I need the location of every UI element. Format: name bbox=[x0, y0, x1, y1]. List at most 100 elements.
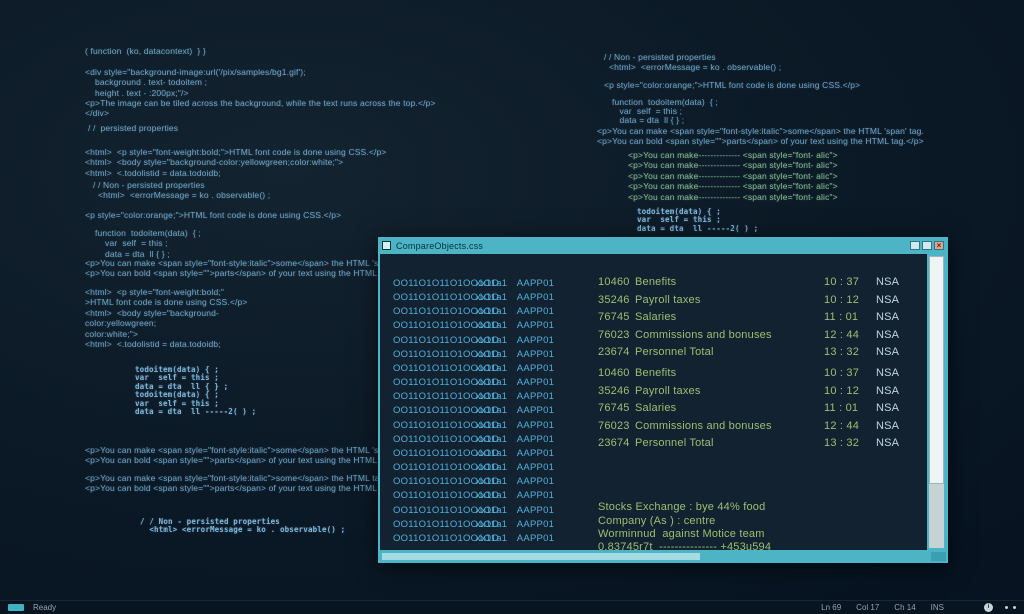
label-cell: Salaries bbox=[635, 402, 677, 415]
scrollbar-track[interactable] bbox=[929, 256, 944, 548]
status-dot bbox=[1013, 606, 1016, 609]
note-line: Worminnud against Motice team bbox=[598, 528, 765, 541]
code-line: <html> <errorMessage = ko . observable()… bbox=[604, 62, 782, 73]
app-code: AAPP01 bbox=[516, 362, 555, 374]
amount-cell: 76745 bbox=[598, 311, 630, 324]
code-line: <p style="color:orange;">HTML font code … bbox=[85, 210, 342, 220]
code-line: height . text - :200px;"/> bbox=[85, 87, 189, 98]
binary-string: OO11O1O11O1OO1OO bbox=[393, 532, 500, 544]
code-line: <p style="color:orange;">HTML font code … bbox=[604, 80, 861, 90]
code-block-function: ( function (ko, datacontext) } } <div sty… bbox=[85, 46, 436, 119]
code-block-span-make: <p>You can make <span style="font-style:… bbox=[85, 258, 412, 279]
hex-code: xx11a1 bbox=[475, 391, 508, 403]
code-line: </div> bbox=[85, 108, 110, 119]
h-scrollbar-thumb[interactable] bbox=[382, 553, 700, 560]
binary-string: OO11O1O11O1OO1OO bbox=[393, 476, 500, 488]
scrollbar-thumb[interactable] bbox=[929, 256, 944, 484]
app-code: AAPP01 bbox=[516, 462, 555, 474]
code-line: <html> <.todolistid = data.todoidb; bbox=[85, 167, 221, 178]
tag-cell: NSA bbox=[876, 311, 900, 324]
binary-row: OO11O1O11O1OO1OO xx11a1 AAPP01 bbox=[393, 518, 554, 532]
code-line: <p>You can bold <span style="">parts</sp… bbox=[85, 455, 400, 466]
app-code: AAPP01 bbox=[516, 391, 555, 403]
amount-cell: 10460 bbox=[598, 366, 630, 379]
code-block-mono-left: todoitem(data) { ; var self = this ; data … bbox=[135, 365, 256, 416]
minimize-button[interactable] bbox=[910, 241, 920, 250]
amount-cell: 35246 bbox=[598, 293, 630, 306]
status-ready-label: Ready bbox=[33, 603, 57, 612]
code-block-right-green: <p>You can make-------------- <span styl… bbox=[628, 150, 838, 202]
code-block-right-todoitem: function todoitem(data) { ; var self = t… bbox=[612, 98, 718, 125]
time-cell: 12 : 44 bbox=[824, 419, 860, 432]
binary-string: OO11O1O11O1OO1OO bbox=[393, 334, 500, 346]
app-code: AAPP01 bbox=[516, 518, 555, 530]
code-block-span-lower1: <p>You can make <span style="font-style:… bbox=[85, 445, 399, 466]
code-line: <html> <body style="background- bbox=[85, 307, 219, 318]
time-cell: 13 : 32 bbox=[824, 437, 860, 450]
window-main: OO11O1O11O1OO1OO xx11a1 AAPP01 OO11O1O11… bbox=[378, 254, 948, 550]
code-line: <html> <body style="background-color:yel… bbox=[85, 157, 344, 168]
status-bar: Ready Ln 69 Col 17 Ch 14 INS i bbox=[0, 600, 1024, 614]
binary-row: OO11O1O11O1OO1OO xx11a1 AAPP01 bbox=[393, 348, 554, 362]
horizontal-scrollbar[interactable] bbox=[378, 550, 948, 563]
code-line: data = dta ll -----2( ) ; bbox=[637, 223, 759, 233]
hex-code: xx11a1 bbox=[475, 348, 508, 360]
tag-cell: NSA bbox=[876, 419, 900, 432]
taskbar-chip[interactable] bbox=[8, 604, 24, 611]
financial-table: 10460 Benefits 10 : 37 NSA 35246 Payroll… bbox=[598, 276, 910, 455]
tag-cell: NSA bbox=[876, 276, 900, 288]
hex-code: xx11a1 bbox=[475, 447, 508, 459]
code-line: <div style="background-image:url('/pix/s… bbox=[85, 66, 306, 77]
info-icon[interactable]: i bbox=[984, 603, 993, 612]
binary-string: OO11O1O11O1OO1OO bbox=[393, 320, 500, 332]
status-item: Ln 69 bbox=[821, 603, 842, 612]
binary-data-column: OO11O1O11O1OO1OO xx11a1 AAPP01 OO11O1O11… bbox=[393, 277, 554, 546]
time-cell: 13 : 32 bbox=[824, 346, 860, 359]
amount-cell: 76023 bbox=[598, 419, 630, 432]
financial-row: 10460 Benefits 10 : 37 NSA bbox=[598, 367, 910, 385]
code-line: data = dta ll { } ; bbox=[612, 115, 685, 125]
compare-objects-window: CompareObjects.css × OO11O1O11O1OO1OO xx… bbox=[378, 237, 948, 563]
window-titlebar[interactable]: CompareObjects.css × bbox=[378, 237, 948, 254]
app-code: AAPP01 bbox=[516, 334, 555, 346]
app-code: AAPP01 bbox=[516, 419, 555, 431]
code-line: <p>You can make-------------- <span styl… bbox=[628, 181, 838, 192]
code-line: <html> <.todolistid = data.todoidb; bbox=[85, 339, 221, 350]
binary-string: OO11O1O11O1OO1OO bbox=[393, 362, 500, 374]
financial-row: 35246 Payroll taxes 10 : 12 NSA bbox=[598, 385, 910, 403]
maximize-button[interactable] bbox=[922, 241, 932, 250]
app-code: AAPP01 bbox=[516, 490, 555, 502]
code-block-right-span: <p>You can make <span style="font-style:… bbox=[597, 126, 924, 147]
window-content: OO11O1O11O1OO1OO xx11a1 AAPP01 OO11O1O11… bbox=[380, 254, 927, 550]
status-item: Ch 14 bbox=[894, 603, 916, 612]
vertical-scrollbar[interactable] bbox=[927, 254, 948, 550]
code-line: background . text- todoitem ; bbox=[85, 77, 208, 88]
hex-code: xx11a1 bbox=[475, 518, 508, 530]
app-code: AAPP01 bbox=[516, 377, 555, 389]
code-line: <p>You can make-------------- <span styl… bbox=[628, 170, 838, 181]
resize-grip[interactable] bbox=[931, 552, 946, 561]
hex-code: xx11a1 bbox=[475, 377, 508, 389]
binary-row: OO11O1O11O1OO1OO xx11a1 AAPP01 bbox=[393, 334, 554, 348]
status-indicators: Ln 69 Col 17 Ch 14 INS bbox=[821, 603, 984, 612]
binary-row: OO11O1O11O1OO1OO xx11a1 AAPP01 bbox=[393, 504, 554, 518]
time-cell: 10 : 37 bbox=[824, 276, 860, 288]
binary-row: OO11O1O11O1OO1OO xx11a1 AAPP01 bbox=[393, 532, 554, 546]
code-line: <p>You can make <span style="font-style:… bbox=[85, 258, 413, 268]
document-icon bbox=[382, 241, 391, 250]
code-line: function todoitem(data) { ; bbox=[95, 228, 201, 238]
financial-row: 76745 Salaries 11 : 01 NSA bbox=[598, 402, 910, 420]
amount-cell: 76023 bbox=[598, 328, 630, 341]
hex-code: xx11a1 bbox=[475, 490, 508, 502]
hex-code: xx11a1 bbox=[475, 320, 508, 332]
window-controls: × bbox=[910, 241, 944, 250]
binary-string: OO11O1O11O1OO1OO bbox=[393, 278, 500, 289]
note-line: 0.83745r7t --------------- +453u594 bbox=[598, 541, 772, 550]
label-cell: Benefits bbox=[635, 366, 677, 379]
binary-row: OO11O1O11O1OO1OO xx11a1 AAPP01 bbox=[393, 362, 554, 376]
close-button[interactable]: × bbox=[934, 241, 944, 250]
code-line: <p>You can bold <span style="">parts</sp… bbox=[597, 136, 924, 147]
binary-string: OO11O1O11O1OO1OO bbox=[393, 504, 500, 516]
tag-cell: NSA bbox=[876, 346, 900, 359]
code-block-todoitem: function todoitem(data) { ; var self = t… bbox=[95, 228, 201, 259]
